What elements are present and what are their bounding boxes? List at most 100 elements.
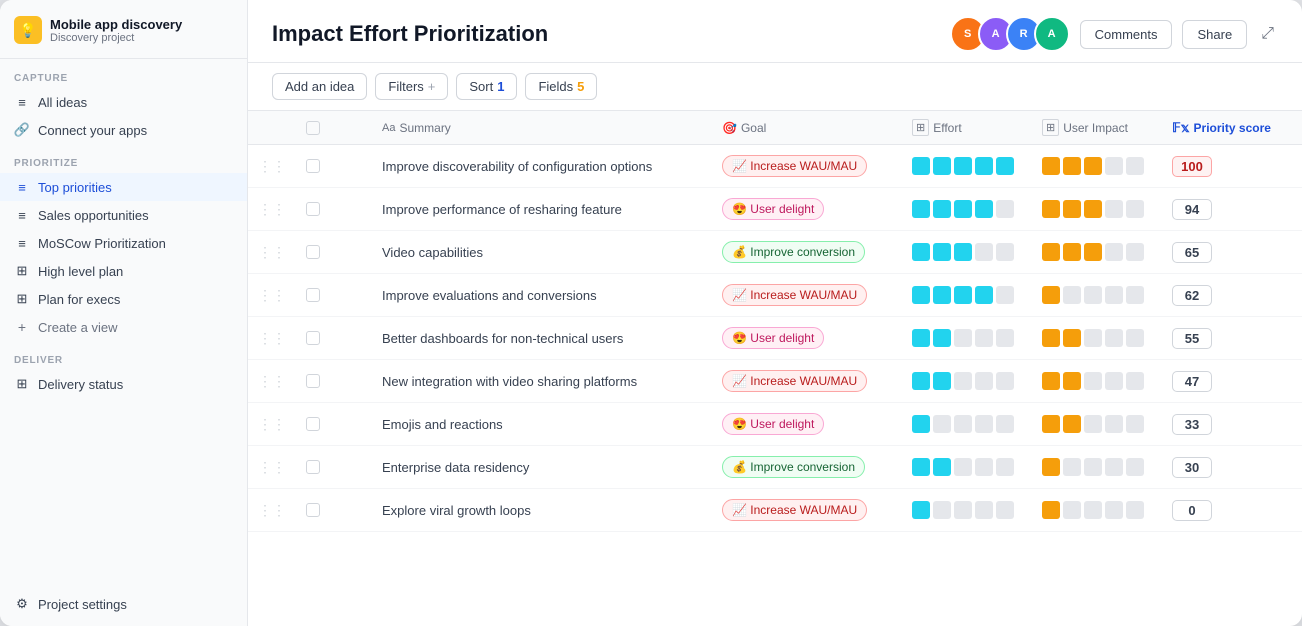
- row-impact: [1032, 317, 1162, 360]
- drag-handle[interactable]: ⋮⋮: [248, 489, 296, 532]
- deliver-section-label: DELIVER: [0, 341, 247, 370]
- table-row: ⋮⋮Explore viral growth loops📈 Increase W…: [248, 489, 1302, 532]
- sidebar-item-create-view[interactable]: + Create a view: [0, 313, 247, 341]
- sidebar-item-create-view-label: Create a view: [38, 320, 117, 335]
- priority-score-value: 55: [1172, 328, 1212, 349]
- row-checkbox[interactable]: [306, 417, 320, 431]
- share-button[interactable]: Share: [1182, 20, 1247, 49]
- avatar-group: S A R A: [950, 16, 1070, 52]
- effort-dot: [954, 458, 972, 476]
- sidebar-item-top-priorities[interactable]: ≡ Top priorities: [0, 173, 247, 201]
- row-checkbox[interactable]: [306, 288, 320, 302]
- sidebar-item-high-level-plan[interactable]: ⊞ High level plan: [0, 257, 247, 285]
- row-priority-score: 65: [1162, 231, 1302, 274]
- sidebar-item-connect-apps[interactable]: 🔗 Connect your apps: [0, 116, 247, 144]
- row-summary: New integration with video sharing platf…: [372, 360, 712, 403]
- row-effort: [902, 317, 1032, 360]
- impact-dot: [1105, 286, 1123, 304]
- effort-dot: [933, 329, 951, 347]
- row-checkbox[interactable]: [306, 460, 320, 474]
- drag-handle[interactable]: ⋮⋮: [248, 145, 296, 188]
- row-checkbox-cell: [296, 317, 372, 360]
- filters-button[interactable]: Filters +: [375, 73, 448, 100]
- impact-dot: [1042, 243, 1060, 261]
- impact-dot: [1042, 458, 1060, 476]
- effort-dot: [975, 243, 993, 261]
- app-subtitle: Discovery project: [50, 32, 182, 44]
- row-goal: 😍 User delight: [712, 403, 902, 446]
- plus-icon: +: [14, 319, 30, 335]
- sidebar-item-sales-opportunities[interactable]: ≡ Sales opportunities: [0, 201, 247, 229]
- sidebar-item-plan-for-execs[interactable]: ⊞ Plan for execs: [0, 285, 247, 313]
- effort-dot: [954, 286, 972, 304]
- row-goal: 📈 Increase WAU/MAU: [712, 145, 902, 188]
- th-summary: Aa Summary: [372, 111, 712, 145]
- row-priority-score: 62: [1162, 274, 1302, 317]
- row-effort: [902, 145, 1032, 188]
- impact-dot: [1042, 415, 1060, 433]
- priority-score-value: 0: [1172, 500, 1212, 521]
- effort-dot: [996, 286, 1014, 304]
- sidebar-item-delivery-status[interactable]: ⊞ Delivery status: [0, 370, 247, 398]
- th-goal: 🎯 Goal: [712, 111, 902, 145]
- select-all-checkbox[interactable]: [306, 121, 320, 135]
- sidebar-item-project-settings[interactable]: ⚙ Project settings: [0, 590, 247, 618]
- header-right: S A R A Comments Share ⤢: [950, 16, 1278, 52]
- effort-dot: [912, 286, 930, 304]
- row-checkbox[interactable]: [306, 374, 320, 388]
- row-effort: [902, 489, 1032, 532]
- sidebar-item-sales-opportunities-label: Sales opportunities: [38, 208, 149, 223]
- impact-col-icon: ⊞: [1042, 119, 1059, 136]
- impact-dot: [1084, 458, 1102, 476]
- table-row: ⋮⋮Video capabilities💰 Improve conversion…: [248, 231, 1302, 274]
- impact-dot: [1063, 243, 1081, 261]
- add-idea-button[interactable]: Add an idea: [272, 73, 367, 100]
- effort-dot: [912, 243, 930, 261]
- row-priority-score: 0: [1162, 489, 1302, 532]
- comments-button[interactable]: Comments: [1080, 20, 1173, 49]
- effort-dot: [912, 415, 930, 433]
- impact-dot: [1105, 415, 1123, 433]
- row-impact: [1032, 145, 1162, 188]
- sidebar-item-moscow[interactable]: ≡ MoSCow Prioritization: [0, 229, 247, 257]
- toolbar: Add an idea Filters + Sort 1 Fields 5: [248, 63, 1302, 111]
- sidebar-item-all-ideas[interactable]: ≡ All ideas: [0, 88, 247, 116]
- app-icon: 💡: [14, 16, 42, 44]
- capture-section-label: CAPTURE: [0, 59, 247, 88]
- drag-handle[interactable]: ⋮⋮: [248, 231, 296, 274]
- row-checkbox[interactable]: [306, 503, 320, 517]
- row-checkbox[interactable]: [306, 202, 320, 216]
- priority-score-value: 94: [1172, 199, 1212, 220]
- drag-handle[interactable]: ⋮⋮: [248, 360, 296, 403]
- drag-handle[interactable]: ⋮⋮: [248, 446, 296, 489]
- row-priority-score: 47: [1162, 360, 1302, 403]
- sort-button[interactable]: Sort 1: [456, 73, 517, 100]
- priority-score-value: 33: [1172, 414, 1212, 435]
- effort-dot: [912, 157, 930, 175]
- row-checkbox[interactable]: [306, 245, 320, 259]
- effort-dot: [912, 200, 930, 218]
- priority-score-value: 47: [1172, 371, 1212, 392]
- th-effort: ⊞ Effort: [902, 111, 1032, 145]
- th-priority: 𝔽𝕩 Priority score: [1162, 111, 1302, 145]
- row-summary: Improve performance of resharing feature: [372, 188, 712, 231]
- drag-handle[interactable]: ⋮⋮: [248, 274, 296, 317]
- drag-handle[interactable]: ⋮⋮: [248, 317, 296, 360]
- row-summary: Video capabilities: [372, 231, 712, 274]
- expand-button[interactable]: ⤢: [1257, 21, 1278, 47]
- drag-handle[interactable]: ⋮⋮: [248, 403, 296, 446]
- sidebar-item-connect-apps-label: Connect your apps: [38, 123, 147, 138]
- sidebar: 💡 Mobile app discovery Discovery project…: [0, 0, 248, 626]
- impact-dot: [1084, 157, 1102, 175]
- impact-dot: [1105, 458, 1123, 476]
- effort-dot: [912, 329, 930, 347]
- row-checkbox[interactable]: [306, 159, 320, 173]
- row-checkbox-cell: [296, 145, 372, 188]
- fields-button[interactable]: Fields 5: [525, 73, 597, 100]
- row-checkbox[interactable]: [306, 331, 320, 345]
- ideas-table: Aa Summary 🎯 Goal ⊞ Effort ⊞ User Impact: [248, 111, 1302, 532]
- sort-label: Sort: [469, 79, 493, 94]
- impact-dot: [1042, 501, 1060, 519]
- fields-badge: 5: [577, 79, 584, 94]
- drag-handle[interactable]: ⋮⋮: [248, 188, 296, 231]
